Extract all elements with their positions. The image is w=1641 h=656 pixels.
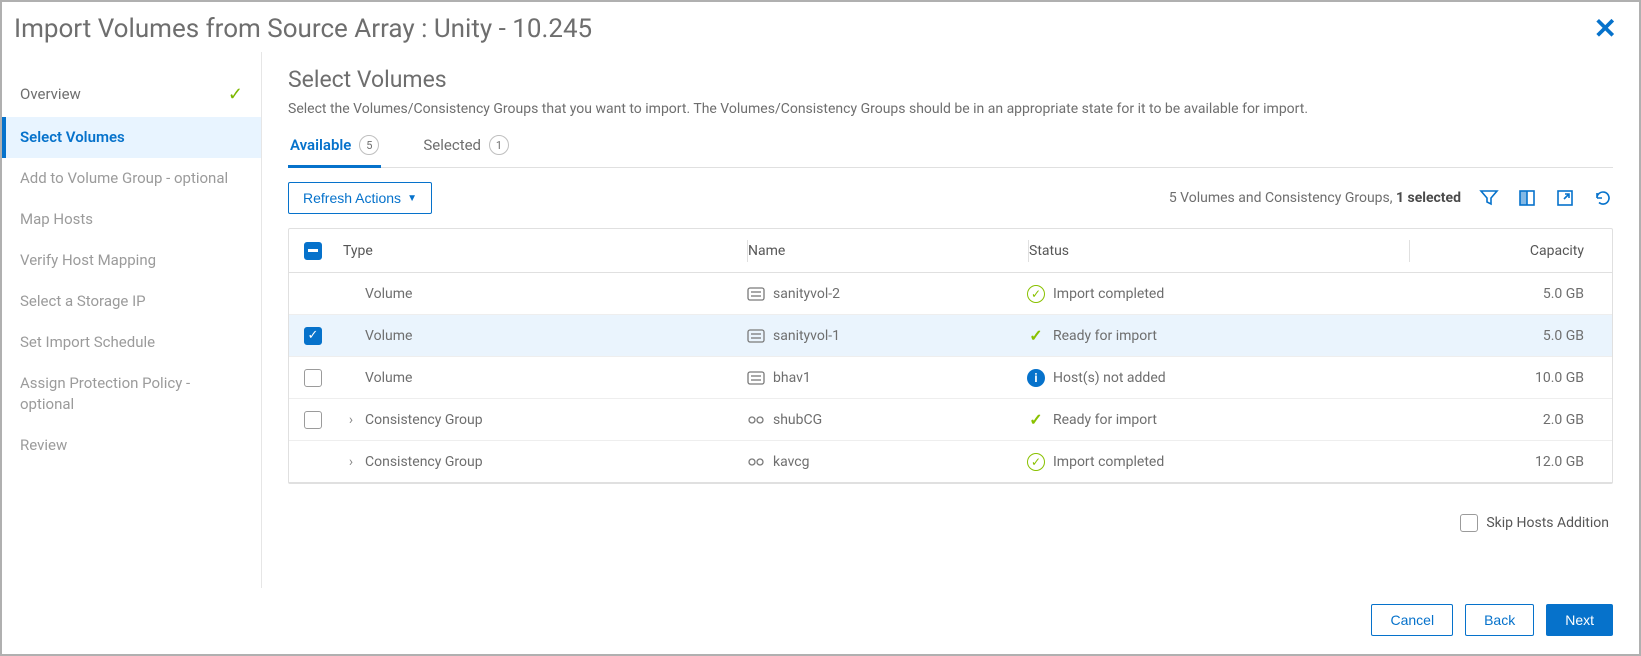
name-label: sanityvol-1 <box>773 328 840 344</box>
type-label: Consistency Group <box>365 454 483 470</box>
table-header: Type Name Status Capacity <box>289 229 1612 273</box>
row-checkbox[interactable] <box>304 411 322 429</box>
columns-icon[interactable] <box>1517 188 1537 208</box>
status-completed-icon: ✓ <box>1027 285 1045 303</box>
volume-icon <box>747 371 765 385</box>
tab-selected[interactable]: Selected 1 <box>421 135 511 168</box>
capacity-label: 2.0 GB <box>1407 412 1612 428</box>
status-label: Import completed <box>1053 286 1164 302</box>
step-protection[interactable]: Assign Protection Policy - optional <box>2 363 261 425</box>
status-completed-icon: ✓ <box>1027 453 1045 471</box>
table-row[interactable]: Volume bhav1 i Host(s) not added 10.0 GB <box>289 357 1612 399</box>
volume-icon <box>747 329 765 343</box>
table-row[interactable]: Volume sanityvol-2 ✓ Import completed 5.0 GB <box>289 273 1612 315</box>
capacity-label: 5.0 GB <box>1407 328 1612 344</box>
status-ready-icon: ✓ <box>1027 327 1045 345</box>
status-label: Import completed <box>1053 454 1164 470</box>
step-overview[interactable]: Overview ✓ <box>2 72 261 117</box>
step-map-hosts[interactable]: Map Hosts <box>2 199 261 240</box>
refresh-icon[interactable] <box>1593 188 1613 208</box>
status-ready-icon: ✓ <box>1027 411 1045 429</box>
type-label: Consistency Group <box>365 412 483 428</box>
row-checkbox[interactable]: ✓ <box>304 327 322 345</box>
step-storage-ip[interactable]: Select a Storage IP <box>2 281 261 322</box>
selection-summary: 5 Volumes and Consistency Groups, 1 sele… <box>1169 190 1461 206</box>
type-label: Volume <box>365 328 412 344</box>
name-label: sanityvol-2 <box>773 286 840 302</box>
dialog-header: Import Volumes from Source Array : Unity… <box>2 2 1639 52</box>
row-checkbox[interactable] <box>304 369 322 387</box>
step-schedule[interactable]: Set Import Schedule <box>2 322 261 363</box>
wizard-steps: Overview ✓ Select Volumes Add to Volume … <box>2 52 262 588</box>
table-row[interactable]: › Consistency Group kavcg ✓ Import completed… <box>289 441 1612 483</box>
type-label: Volume <box>365 370 412 386</box>
tab-available[interactable]: Available 5 <box>288 135 381 168</box>
capacity-label: 12.0 GB <box>1407 454 1612 470</box>
import-volumes-dialog: Import Volumes from Source Array : Unity… <box>0 0 1641 656</box>
checkmark-icon: ✓ <box>228 82 243 107</box>
step-review[interactable]: Review <box>2 425 261 466</box>
back-button[interactable]: Back <box>1465 604 1534 636</box>
step-select-volumes[interactable]: Select Volumes <box>2 117 261 158</box>
type-label: Volume <box>365 286 412 302</box>
panel-description: Select the Volumes/Consistency Groups th… <box>288 101 1613 117</box>
table-row[interactable]: ✓ Volume sanityvol-1 ✓ Ready for import 5.0 G… <box>289 315 1612 357</box>
consistency-group-icon <box>747 455 765 469</box>
expand-icon[interactable]: › <box>343 454 359 470</box>
volume-icon <box>747 287 765 301</box>
cancel-button[interactable]: Cancel <box>1371 604 1453 636</box>
close-icon[interactable]: ✕ <box>1594 15 1617 43</box>
refresh-actions-button[interactable]: Refresh Actions ▼ <box>288 182 432 214</box>
skip-hosts-label: Skip Hosts Addition <box>1486 515 1609 531</box>
volume-tabs: Available 5 Selected 1 <box>288 135 1613 168</box>
capacity-label: 10.0 GB <box>1407 370 1612 386</box>
status-label: Host(s) not added <box>1053 370 1166 386</box>
col-capacity[interactable]: Capacity <box>1410 243 1612 259</box>
panel-heading: Select Volumes <box>288 66 1613 93</box>
skip-hosts-checkbox[interactable] <box>1460 514 1478 532</box>
status-label: Ready for import <box>1053 412 1157 428</box>
select-all-checkbox[interactable] <box>304 242 322 260</box>
step-add-volume-group[interactable]: Add to Volume Group - optional <box>2 158 261 199</box>
dialog-title: Import Volumes from Source Array : Unity… <box>14 14 1594 44</box>
table-row[interactable]: › Consistency Group shubCG ✓ Ready for impor… <box>289 399 1612 441</box>
name-label: shubCG <box>773 412 822 428</box>
selected-count: 1 <box>489 135 509 155</box>
export-icon[interactable] <box>1555 188 1575 208</box>
caret-down-icon: ▼ <box>407 193 417 204</box>
dialog-footer: Cancel Back Next <box>2 588 1639 654</box>
next-button[interactable]: Next <box>1546 604 1613 636</box>
capacity-label: 5.0 GB <box>1407 286 1612 302</box>
consistency-group-icon <box>747 413 765 427</box>
step-verify-mapping[interactable]: Verify Host Mapping <box>2 240 261 281</box>
volumes-table: Type Name Status Capacity Volume sanityvo… <box>288 228 1613 484</box>
expand-icon[interactable]: › <box>343 412 359 428</box>
col-status[interactable]: Status <box>1029 243 1409 259</box>
col-type[interactable]: Type <box>337 243 747 259</box>
col-name[interactable]: Name <box>748 243 1028 259</box>
available-count: 5 <box>359 135 379 155</box>
filter-icon[interactable] <box>1479 188 1499 208</box>
name-label: kavcg <box>773 454 810 470</box>
status-label: Ready for import <box>1053 328 1157 344</box>
name-label: bhav1 <box>773 370 811 386</box>
status-info-icon: i <box>1027 369 1045 387</box>
